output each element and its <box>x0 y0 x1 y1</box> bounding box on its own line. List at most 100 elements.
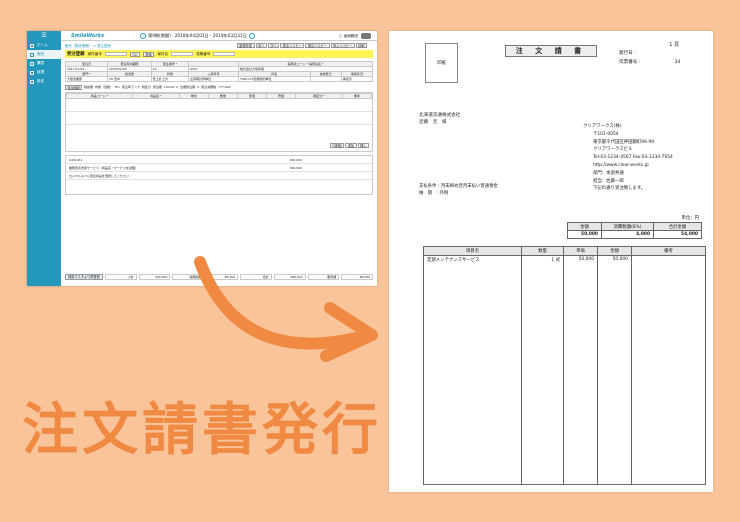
total-value: 388,400 <box>273 273 306 280</box>
items-header: 数量 <box>521 246 564 256</box>
totals-header: 合計金額 <box>653 222 702 231</box>
full-amount[interactable]: 0 <box>197 85 199 89</box>
sidebar-item-sales[interactable]: 販売 <box>27 50 61 59</box>
tax-value: 28,400 <box>206 273 238 280</box>
doc-no-label: 伝票番号 : <box>619 60 641 65</box>
billing-field[interactable] <box>309 76 342 82</box>
new-button[interactable]: 新規作成 <box>236 43 255 48</box>
col-header: 売価 <box>266 93 297 99</box>
help-link[interactable]: ⓘ 画面解説 <box>339 34 358 39</box>
tax-class-label: 税区分 <box>141 85 151 89</box>
next-button[interactable]: 次へ <box>267 43 280 48</box>
items-table: 項目名 数量 単価 金額 備考 定期メンテナンスサービス 1 式 50,000 … <box>423 246 706 485</box>
arrival-field[interactable]: 出荷時計算単位 <box>188 76 240 82</box>
gear-icon <box>30 79 34 84</box>
list-item[interactable]: ロジカル＆フル受注商品を選択してください <box>66 172 372 180</box>
items-header: 金額 <box>597 246 632 256</box>
case-name-label: 案件名 <box>157 51 169 56</box>
supplier-staff: 担当：佐藤一郎 <box>593 178 624 184</box>
sidebar-item-settings[interactable]: 設定 <box>27 77 61 86</box>
sidebar-item-home[interactable]: ホーム <box>27 41 61 50</box>
col-header: 原価 <box>236 93 268 99</box>
supplier-phone: Tel:03-1234-4567 Fax:03-1234-7654 <box>593 155 673 161</box>
page-number: 1 頁 <box>669 42 679 48</box>
approval-field[interactable]: 承認済 <box>340 76 374 82</box>
margin-label: 粗利額 <box>307 273 340 280</box>
items-header: 項目名 <box>423 246 522 256</box>
case-name-input[interactable] <box>171 51 194 57</box>
order-tax[interactable]: 777,600 <box>218 85 230 89</box>
search-button[interactable]: 検索 <box>142 51 155 57</box>
margin-value: 86,000 <box>341 273 374 280</box>
payment-terms: 月末締め翌月末払い普通預金 <box>440 184 498 189</box>
go-button[interactable]: GO <box>129 51 140 57</box>
col-header: 税区分 * <box>295 93 343 99</box>
subject-field[interactable]: TORI-CHI定額契約単位 <box>238 76 311 82</box>
print-button[interactable]: 印刷 <box>355 43 367 48</box>
totals-header: 消費税額(8%) <box>601 222 654 231</box>
item-amount: 50,000 <box>597 255 632 265</box>
totals-table: 金額 消費税額(8%) 合計金額 50,000 4,000 54,000 <box>567 222 702 239</box>
col-header: 備考 <box>341 93 373 99</box>
detail-tab[interactable]: 受注明細 <box>65 84 83 90</box>
list-item[interactable]: 業務改善支援サービス（商品名・サービスを記載） 300,000 <box>66 164 372 172</box>
item-price: 50,000 <box>563 255 598 265</box>
period-selector: ‹ 第9期(期間) : 2018年04月01日 - 2019年03月31日 › <box>138 32 257 39</box>
list-item[interactable]: CAM-011 300,000 <box>66 156 372 164</box>
chevron-right-icon[interactable]: › <box>248 32 255 39</box>
yen-icon <box>30 70 34 75</box>
conditions: 支払条件 : 月末締め翌月末払い普通預金 納 期 : 外税 <box>419 183 498 197</box>
supplier-name: クリアワークス(株) <box>583 124 622 129</box>
case-no-input[interactable] <box>104 51 127 57</box>
sidebar-item-accounting[interactable]: 経理 <box>27 68 61 77</box>
order-rate[interactable]: 100.00 % <box>164 85 178 89</box>
customer-company: 北海道流通株式会社 <box>419 113 461 118</box>
toolbar: 新規作成 前へ 次へ 受注ヘコピー 発注ヘコピー 売上ヘコピー 印刷 <box>236 43 367 48</box>
staff-field[interactable]: TR 田中 <box>107 76 152 82</box>
tax-label: 消費税額 <box>172 273 205 280</box>
home-icon <box>30 43 34 48</box>
sidebar-item-purchase[interactable]: 購買 <box>27 59 61 68</box>
tax-type-label: 税抜額 <box>84 85 94 89</box>
insert-row-button[interactable]: 挿入 <box>357 143 369 148</box>
subtotal-label: 小計 <box>104 273 137 280</box>
item-qty: 1 式 <box>521 255 564 265</box>
prev-button[interactable]: 前へ <box>255 43 267 48</box>
line-items-grid: 商品コード * 商品名 * 単位 数量 原価 売価 税区分 * 備考 行削除 追… <box>65 92 373 152</box>
add-row-button[interactable]: 追加 <box>345 143 357 148</box>
reregister-button[interactable]: 構造マスタより再登録 <box>65 273 103 280</box>
line-item-row[interactable] <box>66 99 372 112</box>
title-bar: 受注登録 案件番号 GO 検索 案件名 見積番号 <box>65 50 373 58</box>
tax-rate[interactable]: 8% <box>115 85 120 89</box>
page-title: 受注登録 <box>67 52 85 57</box>
total-value: 54,000 <box>653 230 702 239</box>
chevron-left-icon[interactable]: ‹ <box>140 32 147 39</box>
col-header: 商品名 * <box>132 93 180 99</box>
issue-date-label: 発行日 : <box>619 51 636 56</box>
department-field[interactable]: 大阪営業部 <box>64 76 109 82</box>
rank-label: 受注率ランク <box>121 85 140 89</box>
col-header: 商品コード * <box>65 93 134 99</box>
supplier-block: クリアワークス(株) 〒101-0054 東京都千代田区神田錦町96-99 クリ… <box>583 123 673 193</box>
line-actions: 行削除 追加 挿入 <box>329 143 369 148</box>
main-content: 販売（販売業務） > 受注登録 新規作成 前へ 次へ 受注ヘコピー 発注ヘコピー… <box>61 41 377 286</box>
tax-method[interactable]: 内税（自動） <box>95 85 113 89</box>
order-tax-label: 受注消費税 <box>201 85 217 89</box>
full-amount-label: 全額受注額 <box>180 85 196 89</box>
delete-row-button[interactable]: 行削除 <box>329 143 345 148</box>
copy-sales-button[interactable]: 売上ヘコピー <box>330 43 355 48</box>
copy-order-button[interactable]: 受注ヘコピー <box>280 43 305 48</box>
caption: 注文請書発行 <box>22 398 382 463</box>
sidebar: ☰ ホーム 販売 購買 経理 設定 <box>27 31 61 286</box>
status-field[interactable]: 売上計上済 <box>150 76 190 82</box>
estimate-no-input[interactable] <box>213 51 236 57</box>
header-right: ⓘ 画面解説 <box>339 33 371 39</box>
box-icon <box>30 61 34 66</box>
app-header: SmileWorks ‹ 第9期(期間) : 2018年04月01日 - 201… <box>61 31 377 41</box>
copy-purchase-button[interactable]: 発注ヘコピー <box>305 43 330 48</box>
doc-no: 34 <box>674 60 681 65</box>
user-avatar[interactable] <box>361 33 371 39</box>
cart-icon <box>30 52 34 57</box>
menu-icon[interactable]: ☰ <box>27 31 61 41</box>
line-item-row[interactable] <box>66 112 372 125</box>
